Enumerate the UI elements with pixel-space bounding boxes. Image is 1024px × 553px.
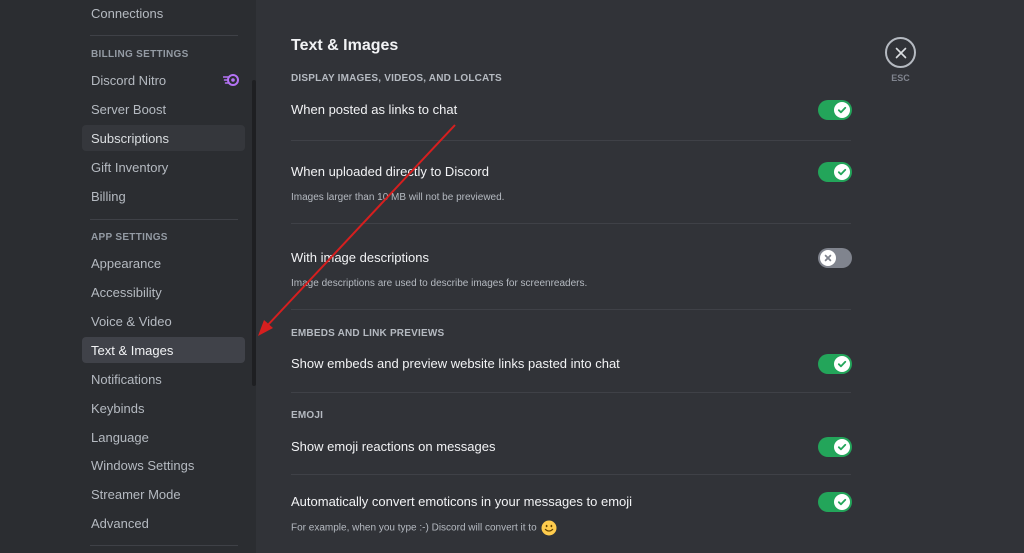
sidebar-item-label: Advanced xyxy=(91,515,149,531)
close-button[interactable] xyxy=(885,37,916,68)
row-divider xyxy=(291,223,851,224)
sidebar-item-windows-settings[interactable]: Windows Settings xyxy=(82,452,245,478)
setting-description: Images larger than 10 MB will not be pre… xyxy=(291,192,505,203)
sidebar-divider xyxy=(90,35,238,36)
x-icon xyxy=(824,254,832,262)
sidebar-item-label: Voice & Video xyxy=(91,313,172,329)
sidebar-item-subscriptions[interactable]: Subscriptions xyxy=(82,125,245,151)
toggle-knob xyxy=(834,164,850,180)
sidebar-item-notifications[interactable]: Notifications xyxy=(82,366,245,392)
sidebar-item-label: Windows Settings xyxy=(91,457,195,473)
sidebar-item-advanced[interactable]: Advanced xyxy=(82,510,245,536)
section-header-embeds: EMBEDS AND LINK PREVIEWS xyxy=(291,328,445,339)
sidebar-item-label: Streamer Mode xyxy=(91,486,181,502)
sidebar-item-voice-video[interactable]: Voice & Video xyxy=(82,308,245,334)
sidebar-item-label: Billing xyxy=(91,188,126,204)
setting-title: When uploaded directly to Discord xyxy=(291,164,489,179)
setting-description: Image descriptions are used to describe … xyxy=(291,278,588,289)
sidebar-item-connections[interactable]: Connections xyxy=(82,0,245,26)
setting-title: Show emoji reactions on messages xyxy=(291,439,496,454)
sidebar-item-keybinds[interactable]: Keybinds xyxy=(82,395,245,421)
sidebar-item-label: Language xyxy=(91,429,149,445)
check-icon xyxy=(837,360,847,368)
sidebar-item-label: Accessibility xyxy=(91,284,162,300)
sidebar-item-label: Discord Nitro xyxy=(91,72,167,88)
sidebar-item-appearance[interactable]: Appearance xyxy=(82,250,245,276)
toggle-show-embeds[interactable] xyxy=(818,354,852,374)
sidebar-item-language[interactable]: Language xyxy=(82,424,245,450)
sidebar-item-label: Appearance xyxy=(91,255,162,271)
sidebar-item-label: Subscriptions xyxy=(91,130,170,146)
toggle-image-descriptions[interactable] xyxy=(818,248,852,268)
section-header-emoji: EMOJI xyxy=(291,410,324,421)
section-header-display-images: DISPLAY IMAGES, VIDEOS, AND LOLCATS xyxy=(291,73,502,84)
check-icon xyxy=(837,498,847,506)
check-icon xyxy=(837,106,847,114)
row-divider xyxy=(291,309,851,310)
setting-description-text: For example, when you type :-) Discord w… xyxy=(291,522,537,534)
setting-title: When posted as links to chat xyxy=(291,102,458,117)
check-icon xyxy=(837,443,847,451)
page-title: Text & Images xyxy=(291,37,399,54)
sidebar-item-label: Connections xyxy=(91,5,164,21)
toggle-emoji-reactions[interactable] xyxy=(818,437,852,457)
sidebar-item-billing[interactable]: Billing xyxy=(82,183,245,209)
sidebar-item-label: Notifications xyxy=(91,371,162,387)
toggle-knob xyxy=(834,494,850,510)
sidebar-item-gift-inventory[interactable]: Gift Inventory xyxy=(82,154,245,180)
nitro-icon xyxy=(223,74,239,86)
settings-sidebar: Connections BILLING SETTINGS Discord Nit… xyxy=(0,0,256,553)
toggle-knob xyxy=(834,102,850,118)
sidebar-item-discord-nitro[interactable]: Discord Nitro xyxy=(82,67,245,93)
sidebar-item-text-images[interactable]: Text & Images xyxy=(82,337,245,363)
sidebar-item-accessibility[interactable]: Accessibility xyxy=(82,279,245,305)
smiley-emoji-icon xyxy=(541,520,557,536)
row-divider xyxy=(291,474,851,475)
sidebar-item-label: Gift Inventory xyxy=(91,159,169,175)
sidebar-divider xyxy=(90,219,238,220)
sidebar-divider xyxy=(90,545,238,546)
esc-label: ESC xyxy=(891,73,910,83)
billing-settings-header: BILLING SETTINGS xyxy=(91,49,189,60)
close-icon xyxy=(895,47,906,58)
check-icon xyxy=(837,168,847,176)
sidebar-item-streamer-mode[interactable]: Streamer Mode xyxy=(82,481,245,507)
close-settings[interactable]: ESC xyxy=(885,37,917,83)
toggle-knob xyxy=(834,439,850,455)
row-divider xyxy=(291,140,851,141)
toggle-convert-emoticons[interactable] xyxy=(818,492,852,512)
sidebar-item-label: Text & Images xyxy=(91,342,174,358)
sidebar-item-server-boost[interactable]: Server Boost xyxy=(82,96,245,122)
toggle-knob xyxy=(820,250,836,266)
toggle-knob xyxy=(834,356,850,372)
setting-description: For example, when you type :-) Discord w… xyxy=(291,520,557,536)
setting-title: Automatically convert emoticons in your … xyxy=(291,494,633,509)
settings-content: Text & Images DISPLAY IMAGES, VIDEOS, AN… xyxy=(256,0,1024,553)
setting-title: Show embeds and preview website links pa… xyxy=(291,356,620,371)
toggle-uploaded-directly[interactable] xyxy=(818,162,852,182)
sidebar-item-label: Server Boost xyxy=(91,101,167,117)
toggle-links-to-chat[interactable] xyxy=(818,100,852,120)
app-settings-header: APP SETTINGS xyxy=(91,232,168,243)
sidebar-item-label: Keybinds xyxy=(91,400,145,416)
row-divider xyxy=(291,392,851,393)
setting-title: With image descriptions xyxy=(291,250,429,265)
